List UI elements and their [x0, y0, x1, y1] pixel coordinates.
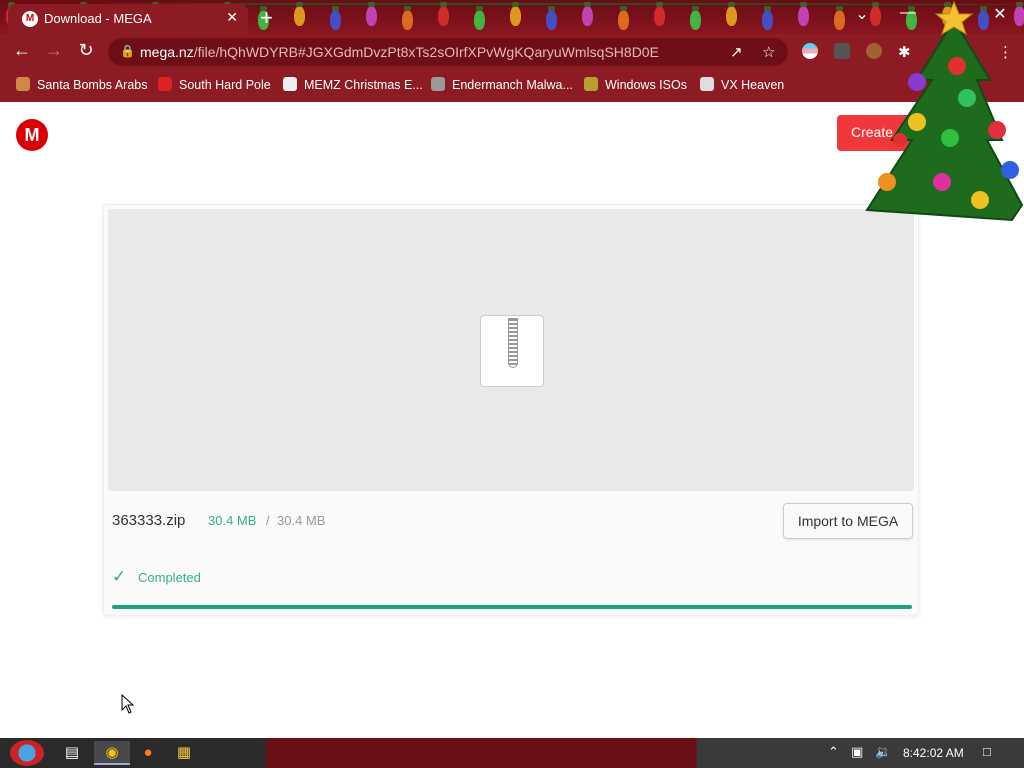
new-tab-button[interactable]: + [260, 5, 273, 31]
light-bulb-icon [294, 2, 305, 26]
firefox-taskbar-icon[interactable]: ● [130, 741, 166, 765]
back-arrow-icon[interactable]: ← [10, 40, 34, 61]
mega-logo[interactable]: M [16, 119, 48, 151]
light-bulb-icon [474, 6, 485, 30]
light-bulb-icon [366, 2, 377, 26]
light-bulb-icon [618, 6, 629, 30]
download-card: 363333.zip 30.4 MB / 30.4 MB Import to M… [103, 204, 919, 616]
bookmark-item[interactable]: Endermanch Malwa... [431, 77, 573, 92]
bookmark-label: MEMZ Christmas E... [304, 78, 423, 92]
taskbar: ▤ ◉ ● ▦ ⌃ ▣ 🔉 8:42:02 AM □ [0, 738, 1024, 768]
bookmark-star-icon[interactable]: ☆ [762, 43, 775, 61]
import-to-mega-button[interactable]: Import to MEGA [783, 503, 913, 539]
memz-icon [283, 77, 297, 91]
mouse-cursor-icon [121, 694, 135, 714]
bookmark-label: Windows ISOs [605, 78, 687, 92]
progress-fill [112, 605, 912, 609]
url-host: mega.nz [140, 44, 194, 60]
snowflake-icon [158, 77, 172, 91]
address-bar[interactable]: 🔒 mega.nz/file/hQhWDYRB#JGXGdmDvzPt8xTs2… [108, 38, 788, 66]
bookmark-item[interactable]: VX Heaven [700, 77, 784, 92]
bookmark-item[interactable]: MEMZ Christmas E... [283, 77, 423, 92]
file-explorer-icon[interactable]: ▦ [166, 741, 202, 765]
bookmark-item[interactable]: South Hard Pole [158, 77, 271, 92]
reload-icon[interactable]: ↻ [74, 40, 98, 61]
downloaded-size: 30.4 MB [208, 513, 257, 528]
lock-icon[interactable]: 🔒 [120, 44, 135, 58]
zip-file-icon [480, 315, 544, 387]
extension-s-icon[interactable] [834, 43, 850, 59]
bookmark-label: VX Heaven [721, 78, 785, 92]
forward-arrow-icon[interactable]: → [42, 40, 66, 61]
light-bulb-icon [654, 2, 665, 26]
file-preview-area [108, 209, 914, 491]
raccoon-icon [431, 77, 445, 91]
file-name: 363333.zip [112, 512, 186, 529]
tab-title: Download - MEGA [44, 11, 152, 26]
light-bulb-icon [582, 2, 593, 26]
tray-chevron-icon[interactable]: ⌃ [828, 744, 839, 760]
task-view-icon[interactable]: ▤ [54, 741, 90, 765]
taskbar-clock[interactable]: 8:42:02 AM [903, 746, 964, 760]
tab-download-mega[interactable]: M Download - MEGA ✕ [8, 4, 248, 34]
light-bulb-icon [762, 6, 773, 30]
christmas-tree-decoration [865, 0, 1024, 222]
light-bulb-icon [402, 6, 413, 30]
heaven-icon [700, 77, 714, 91]
volume-icon[interactable]: 🔉 [875, 744, 891, 760]
tree-icon [584, 77, 598, 91]
light-bulb-icon [330, 6, 341, 30]
network-icon[interactable]: ▣ [851, 744, 863, 760]
light-bulb-icon [798, 2, 809, 26]
share-icon[interactable]: ↗ [730, 43, 743, 61]
chrome-taskbar-icon[interactable]: ◉ [94, 741, 130, 765]
start-button[interactable] [10, 740, 44, 766]
light-bulb-icon [510, 2, 521, 26]
bookmark-label: Endermanch Malwa... [452, 78, 573, 92]
light-bulb-icon [546, 6, 557, 30]
tab-close-icon[interactable]: ✕ [226, 9, 238, 26]
light-bulb-icon [438, 2, 449, 26]
light-bulb-icon [726, 2, 737, 26]
url-text[interactable]: mega.nz/file/hQhWDYRB#JGXGdmDvzPt8xTs2sO… [140, 44, 659, 60]
bookmark-label: South Hard Pole [179, 78, 271, 92]
zipper-icon [508, 318, 518, 368]
notifications-icon[interactable]: □ [983, 744, 991, 759]
light-bulb-icon [690, 6, 701, 30]
url-path: /file/hQhWDYRB#JGXGdmDvzPt8xTs2sOIrfXPvW… [193, 44, 659, 60]
progress-bar [112, 605, 912, 609]
size-separator: / [266, 513, 270, 528]
download-status: Completed [138, 570, 201, 585]
total-size: 30.4 MB [277, 513, 326, 528]
bookmark-item[interactable]: Santa Bombs Arabs [16, 77, 147, 92]
extension-flag-icon[interactable] [802, 43, 818, 59]
bookmark-item[interactable]: Windows ISOs [584, 77, 687, 92]
mega-favicon-icon: M [22, 11, 38, 27]
checkmark-icon: ✓ [112, 567, 127, 586]
santa-icon [16, 77, 30, 91]
bookmark-label: Santa Bombs Arabs [37, 78, 148, 92]
